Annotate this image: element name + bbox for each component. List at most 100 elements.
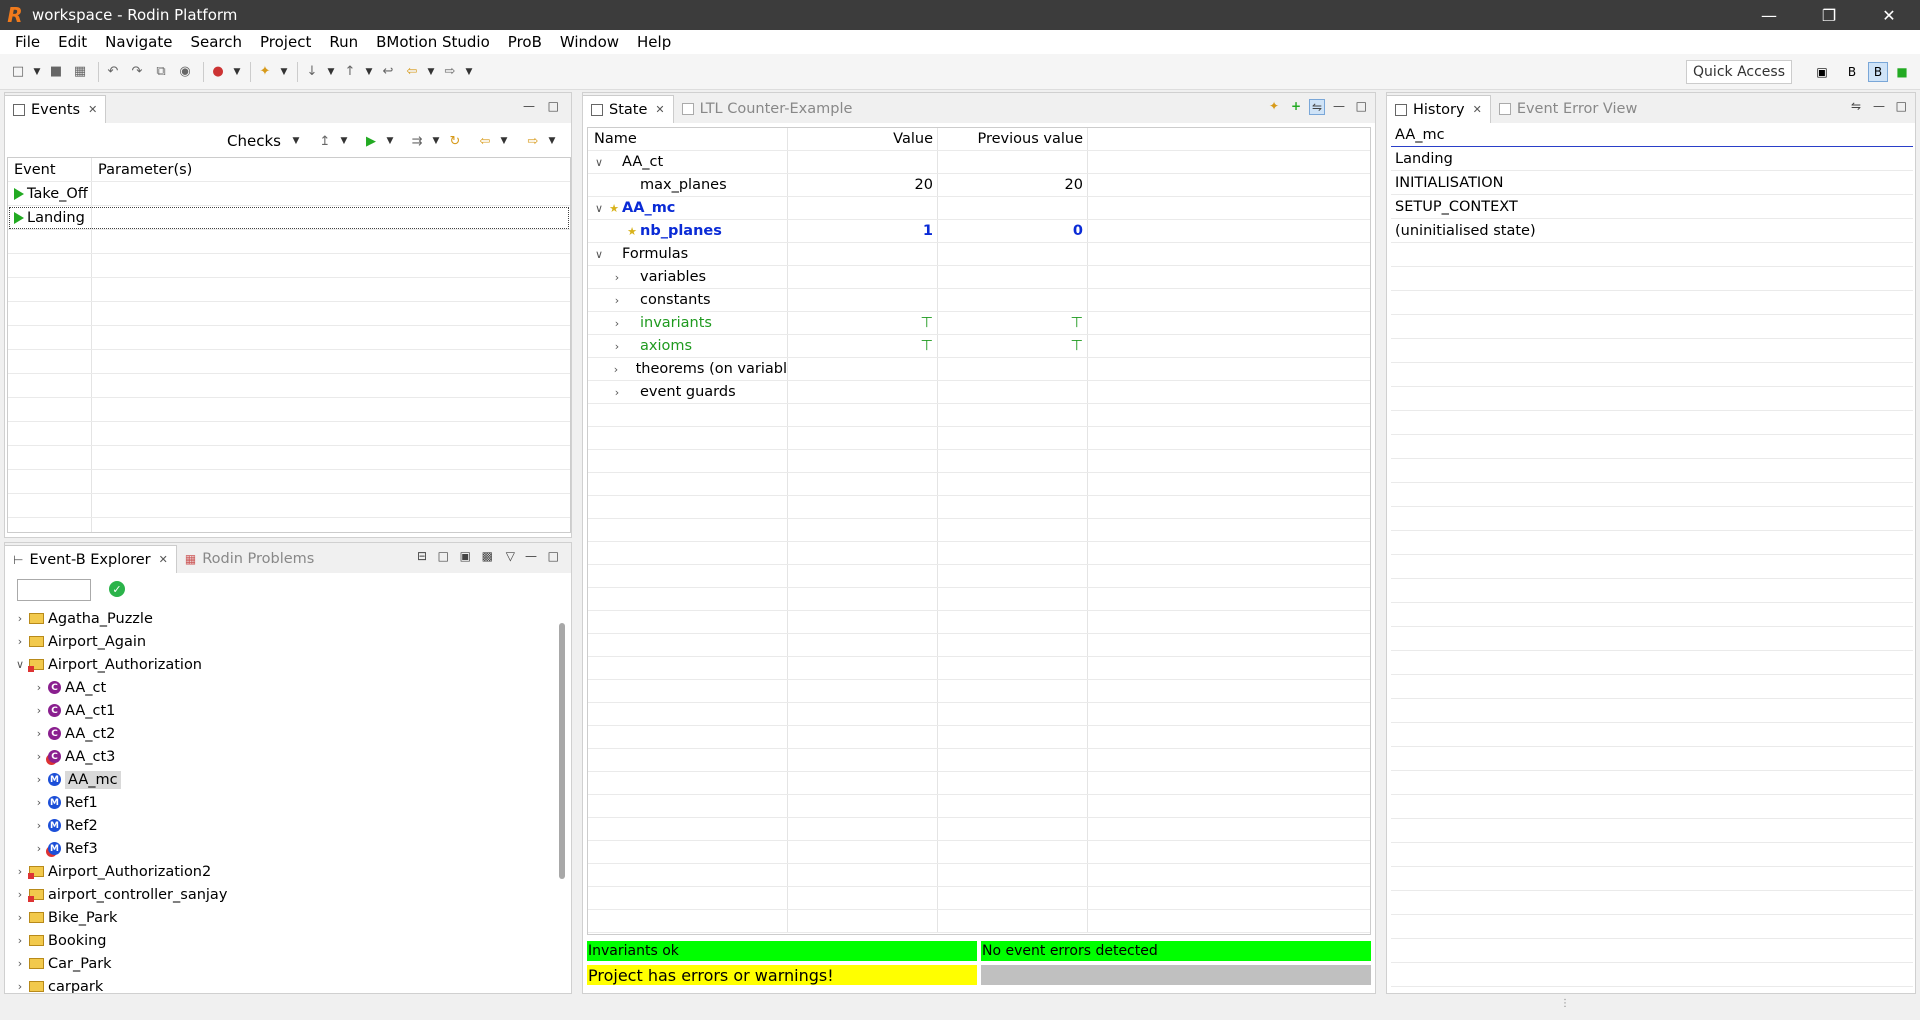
- chevron-right-icon[interactable]: ›: [32, 727, 46, 740]
- tab-ltl-counter-example[interactable]: LTL Counter-Example: [673, 95, 861, 123]
- filter-icon[interactable]: ⇋: [1308, 99, 1325, 115]
- chevron-right-icon[interactable]: ›: [32, 773, 46, 786]
- view-menu-icon[interactable]: ▽: [506, 549, 515, 563]
- history-item[interactable]: [1391, 939, 1913, 963]
- tree-item[interactable]: › M Ref2: [9, 814, 98, 837]
- table-row[interactable]: [8, 494, 570, 518]
- explorer-filter-input[interactable]: [17, 579, 91, 601]
- table-row[interactable]: [8, 518, 570, 532]
- menu-prob[interactable]: ProB: [499, 33, 551, 51]
- chevron-right-icon[interactable]: ›: [610, 340, 624, 353]
- history-filter-icon[interactable]: ⇋: [1851, 99, 1861, 113]
- table-row[interactable]: › invariants ⊤ ⊤: [588, 312, 1370, 335]
- tree-item[interactable]: › C AA_ct: [9, 676, 106, 699]
- new-component-icon[interactable]: ▣: [460, 549, 471, 563]
- history-back-icon[interactable]: ⇦: [475, 131, 495, 151]
- chevron-right-icon[interactable]: ›: [13, 980, 27, 993]
- history-item[interactable]: [1391, 507, 1913, 531]
- new-project-icon[interactable]: □: [438, 549, 449, 563]
- table-row[interactable]: [588, 427, 1370, 450]
- close-icon[interactable]: ✕: [1473, 103, 1482, 116]
- tree-item[interactable]: › Car_Park: [9, 952, 112, 975]
- menu-file[interactable]: File: [6, 33, 49, 51]
- history-item[interactable]: [1391, 675, 1913, 699]
- eventb-perspective-icon[interactable]: B: [1842, 62, 1862, 82]
- tab-event-error-view[interactable]: Event Error View: [1490, 95, 1646, 123]
- history-item[interactable]: [1391, 891, 1913, 915]
- tab-state[interactable]: State ✕: [583, 95, 674, 123]
- chevron-right-icon[interactable]: ›: [13, 911, 27, 924]
- table-row[interactable]: Take_Off: [8, 182, 570, 206]
- table-row[interactable]: [8, 398, 570, 422]
- table-row[interactable]: [8, 230, 570, 254]
- table-row[interactable]: [588, 887, 1370, 910]
- forward-dropdown-icon[interactable]: ▼: [464, 62, 474, 82]
- tree-item[interactable]: › Bike_Park: [9, 906, 118, 929]
- chevron-right-icon[interactable]: ›: [13, 957, 27, 970]
- table-row[interactable]: [588, 588, 1370, 611]
- proving-perspective-icon[interactable]: ■: [1892, 62, 1912, 82]
- table-row[interactable]: [588, 818, 1370, 841]
- tree-item[interactable]: › C AA_ct1: [9, 699, 116, 722]
- refresh-icon[interactable]: ↻: [445, 131, 465, 151]
- chevron-right-icon[interactable]: ›: [610, 363, 622, 376]
- maximize-icon[interactable]: □: [548, 549, 559, 563]
- undo-icon[interactable]: ↶: [103, 62, 123, 82]
- table-row[interactable]: [588, 910, 1370, 933]
- table-row[interactable]: [588, 726, 1370, 749]
- menu-search[interactable]: Search: [181, 33, 251, 51]
- history-item[interactable]: [1391, 603, 1913, 627]
- history-item[interactable]: INITIALISATION: [1391, 171, 1913, 195]
- explorer-scrollbar[interactable]: [559, 623, 565, 879]
- random-event-icon[interactable]: ↥: [315, 131, 335, 151]
- quick-access-field[interactable]: Quick Access: [1686, 60, 1792, 84]
- history-item[interactable]: [1391, 819, 1913, 843]
- chevron-right-icon[interactable]: ›: [32, 681, 46, 694]
- history-item[interactable]: [1391, 651, 1913, 675]
- table-row[interactable]: [588, 634, 1370, 657]
- tree-item[interactable]: › Agatha_Puzzle: [9, 607, 153, 630]
- tree-item[interactable]: › C AA_ct2: [9, 722, 116, 745]
- save-all-icon[interactable]: ▦: [70, 62, 90, 82]
- table-row[interactable]: [588, 450, 1370, 473]
- history-item[interactable]: [1391, 771, 1913, 795]
- restore-icon[interactable]: ❐: [1800, 0, 1858, 30]
- history-item[interactable]: [1391, 243, 1913, 267]
- history-item[interactable]: [1391, 915, 1913, 939]
- maximize-icon[interactable]: □: [548, 99, 559, 113]
- table-row[interactable]: › axioms ⊤ ⊤: [588, 335, 1370, 358]
- table-row[interactable]: [588, 657, 1370, 680]
- table-row[interactable]: ∨ AA_ct: [588, 151, 1370, 174]
- table-row[interactable]: [8, 350, 570, 374]
- history-item[interactable]: Landing: [1391, 147, 1913, 171]
- table-row[interactable]: [8, 374, 570, 398]
- debug-dropdown-icon[interactable]: ▼: [232, 62, 242, 82]
- back-dropdown-icon[interactable]: ▼: [426, 62, 436, 82]
- history-forward-dropdown-icon[interactable]: ▼: [547, 131, 557, 151]
- minimize-icon[interactable]: —: [1740, 0, 1798, 30]
- history-item[interactable]: [1391, 843, 1913, 867]
- table-row[interactable]: [588, 565, 1370, 588]
- chevron-right-icon[interactable]: ›: [13, 888, 27, 901]
- pin-icon[interactable]: ✦: [1269, 99, 1279, 113]
- history-item[interactable]: [1391, 795, 1913, 819]
- table-row[interactable]: [588, 404, 1370, 427]
- history-item[interactable]: [1391, 339, 1913, 363]
- tab-history[interactable]: History ✕: [1387, 95, 1491, 123]
- execute-icon[interactable]: ▶: [361, 131, 381, 151]
- menu-help[interactable]: Help: [628, 33, 680, 51]
- table-row[interactable]: ∨ ★ AA_mc: [588, 197, 1370, 220]
- table-row[interactable]: [588, 795, 1370, 818]
- table-row[interactable]: [588, 680, 1370, 703]
- prev-annotation-dropdown-icon[interactable]: ▼: [364, 62, 374, 82]
- save-icon[interactable]: ■: [46, 62, 66, 82]
- history-item[interactable]: [1391, 747, 1913, 771]
- tree-item[interactable]: › Airport_Again: [9, 630, 146, 653]
- history-item[interactable]: SETUP_CONTEXT: [1391, 195, 1913, 219]
- table-row[interactable]: [8, 302, 570, 326]
- table-row[interactable]: [588, 864, 1370, 887]
- table-row[interactable]: [588, 841, 1370, 864]
- chevron-right-icon[interactable]: ›: [610, 271, 624, 284]
- history-item[interactable]: [1391, 411, 1913, 435]
- history-item[interactable]: [1391, 963, 1913, 987]
